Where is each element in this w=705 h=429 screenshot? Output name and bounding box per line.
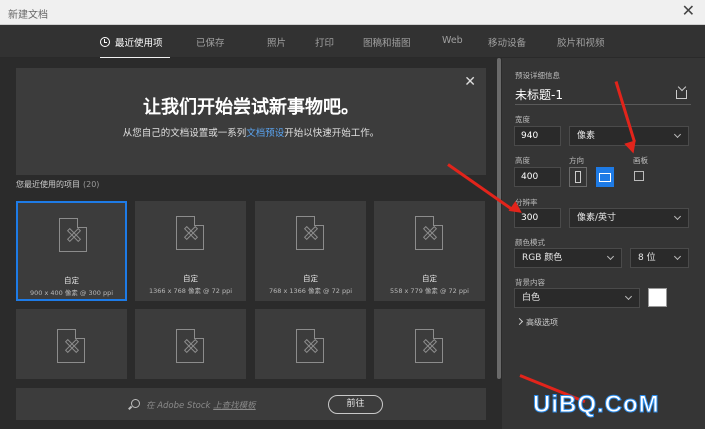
color-mode-select[interactable]: RGB 颜色 xyxy=(514,248,622,268)
recent-items-count: (20) xyxy=(83,180,100,189)
tab-film-video[interactable]: 胶片和视频 xyxy=(557,35,605,49)
tab-recent[interactable]: 最近使用项 xyxy=(100,35,163,49)
preset-details-panel: 预设详细信息 未标题-1 宽度 940 像素 高度 方向 画板 400 分辨率 … xyxy=(502,58,705,429)
title-bar: 新建文档 ✕ xyxy=(0,0,705,25)
document-name-underline xyxy=(515,104,691,105)
category-tabs: 最近使用项 已保存 照片 打印 图稿和插图 Web 移动设备 胶片和视频 xyxy=(0,25,705,59)
background-color-swatch[interactable] xyxy=(648,288,667,307)
recent-item-size: 1366 x 768 像素 @ 72 ppi xyxy=(148,287,233,295)
recent-item-name: 自定 xyxy=(422,274,437,283)
advanced-options-label: 高级选项 xyxy=(526,318,558,327)
tab-web[interactable]: Web xyxy=(442,35,463,46)
window-title: 新建文档 xyxy=(8,10,48,21)
recent-item-size: 900 x 400 像素 @ 300 ppi xyxy=(29,289,114,297)
chevron-down-icon xyxy=(673,130,682,139)
tab-mobile[interactable]: 移动设备 xyxy=(488,35,526,49)
width-input[interactable]: 940 xyxy=(514,126,561,146)
banner-subtitle: 从您自己的文档设置或一系列文档预设开始以快速开始工作。 xyxy=(16,125,486,139)
bit-depth-select[interactable]: 8 位 xyxy=(630,248,689,268)
bit-depth-value: 8 位 xyxy=(638,253,656,263)
chevron-down-icon xyxy=(673,252,682,261)
main-content: ✕ 让我们开始尝试新事物吧。 从您自己的文档设置或一系列文档预设开始以快速开始工… xyxy=(0,58,502,429)
recent-item-card[interactable] xyxy=(16,309,127,379)
resolution-unit-select[interactable]: 像素/英寸 xyxy=(569,208,689,228)
tab-art-illustration[interactable]: 图稿和插图 xyxy=(363,35,411,49)
banner-sub-prefix: 从您自己的文档设置或一系列 xyxy=(122,128,247,139)
recent-items-title: 您最近使用的项目 xyxy=(16,180,80,189)
document-name-field[interactable]: 未标题-1 xyxy=(515,86,563,103)
recent-item-card[interactable]: 自定 1366 x 768 像素 @ 72 ppi xyxy=(135,201,246,301)
orientation-label: 方向 xyxy=(569,156,584,165)
height-label: 高度 xyxy=(515,156,530,165)
site-watermark: UiBQ.CoM xyxy=(533,391,660,419)
artboard-checkbox[interactable] xyxy=(634,171,644,181)
recent-item-card[interactable] xyxy=(255,309,366,379)
document-presets-link[interactable]: 文档预设 xyxy=(246,128,284,139)
go-button[interactable]: 前往 xyxy=(328,395,383,414)
document-icon xyxy=(415,329,443,363)
document-icon xyxy=(59,218,87,252)
width-label: 宽度 xyxy=(515,115,530,124)
search-icon xyxy=(131,399,140,408)
chevron-right-icon xyxy=(515,317,524,326)
recent-items-heading: 您最近使用的项目 (20) xyxy=(16,179,99,190)
recent-item-size: 558 x 779 像素 @ 72 ppi xyxy=(390,287,469,295)
landscape-orientation-button[interactable] xyxy=(596,167,614,187)
banner-sub-suffix: 开始以快速开始工作。 xyxy=(284,128,380,139)
recent-item-card[interactable] xyxy=(374,309,485,379)
color-mode-label: 颜色模式 xyxy=(515,238,545,247)
tab-photo[interactable]: 照片 xyxy=(267,35,286,49)
chevron-down-icon xyxy=(606,252,615,261)
preset-section-title: 预设详细信息 xyxy=(515,71,560,80)
save-preset-icon[interactable] xyxy=(676,90,687,99)
background-select[interactable]: 白色 xyxy=(514,288,640,308)
resolution-unit-value: 像素/英寸 xyxy=(577,213,617,223)
close-window-icon[interactable]: ✕ xyxy=(682,2,695,20)
tab-print[interactable]: 打印 xyxy=(315,35,334,49)
document-icon xyxy=(296,329,324,363)
portrait-orientation-button[interactable] xyxy=(569,167,587,187)
welcome-banner: ✕ 让我们开始尝试新事物吧。 从您自己的文档设置或一系列文档预设开始以快速开始工… xyxy=(16,68,486,175)
chevron-down-icon xyxy=(624,292,633,301)
search-placeholder-prefix: 在 Adobe Stock xyxy=(146,401,214,411)
clock-icon xyxy=(100,37,110,47)
recent-item-card[interactable]: 自定 558 x 779 像素 @ 72 ppi xyxy=(374,201,485,301)
document-icon xyxy=(415,216,443,250)
portrait-icon xyxy=(575,171,581,183)
document-icon xyxy=(176,216,204,250)
document-icon xyxy=(296,216,324,250)
height-input[interactable]: 400 xyxy=(514,167,561,187)
tab-recent-label: 最近使用项 xyxy=(115,38,163,49)
tab-saved[interactable]: 已保存 xyxy=(196,35,225,49)
artboard-label: 画板 xyxy=(633,156,648,165)
banner-heading: 让我们开始尝试新事物吧。 xyxy=(143,97,359,118)
recent-item-name: 自定 xyxy=(183,274,198,283)
close-banner-icon[interactable]: ✕ xyxy=(464,74,476,90)
chevron-down-icon xyxy=(673,212,682,221)
width-unit-value: 像素 xyxy=(577,131,596,141)
document-icon xyxy=(57,329,85,363)
background-label: 背景内容 xyxy=(515,278,545,287)
recent-item-name: 自定 xyxy=(303,274,318,283)
search-placeholder-link: 上查找模板 xyxy=(213,401,256,411)
color-mode-value: RGB 颜色 xyxy=(522,253,563,263)
scrollbar-thumb[interactable] xyxy=(497,58,501,379)
recent-item-card[interactable]: 自定 900 x 400 像素 @ 300 ppi xyxy=(16,201,127,301)
recent-item-card[interactable]: 自定 768 x 1366 像素 @ 72 ppi xyxy=(255,201,366,301)
background-value: 白色 xyxy=(522,293,541,303)
document-icon xyxy=(176,329,204,363)
stock-search-input[interactable]: 在 Adobe Stock 上查找模板 xyxy=(146,399,256,411)
landscape-icon xyxy=(599,173,611,182)
stock-search-bar: 在 Adobe Stock 上查找模板 前往 xyxy=(16,388,486,420)
advanced-options-toggle[interactable]: 高级选项 xyxy=(515,317,558,328)
recent-item-card[interactable] xyxy=(135,309,246,379)
recent-item-size: 768 x 1366 像素 @ 72 ppi xyxy=(268,287,353,295)
recent-item-name: 自定 xyxy=(64,276,79,285)
